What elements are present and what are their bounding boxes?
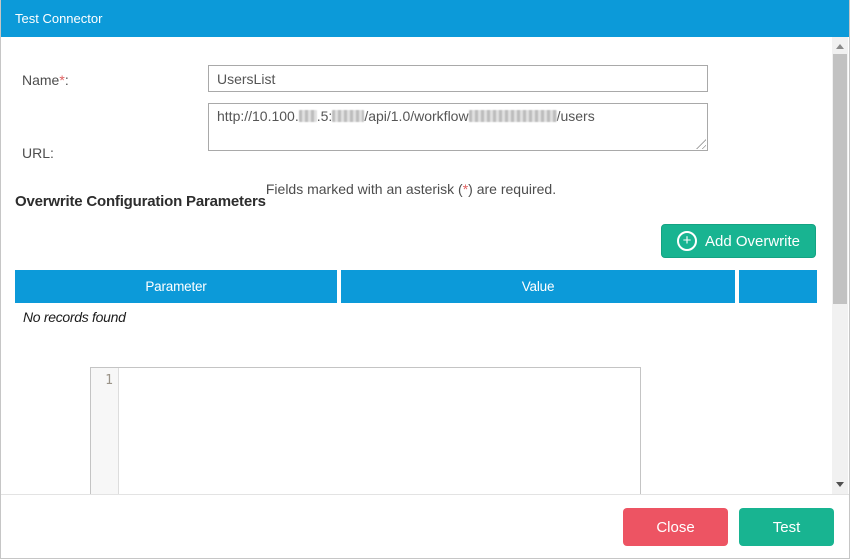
name-label: Name*: [22, 72, 69, 88]
redacted-text [332, 110, 364, 122]
code-editor[interactable]: 1 [90, 367, 641, 495]
url-text-part: .5: [317, 108, 333, 124]
name-label-text: Name [22, 72, 59, 88]
url-label: URL: [22, 145, 54, 161]
editor-content[interactable] [119, 368, 640, 495]
test-button[interactable]: Test [739, 508, 834, 546]
dialog-footer: Close Test [1, 494, 849, 558]
triangle-down-icon [836, 482, 844, 487]
dialog-title: Test Connector [15, 11, 102, 26]
scrollbar-thumb[interactable] [833, 54, 847, 304]
empty-table-message: No records found [23, 309, 126, 325]
plus-circle-icon [677, 231, 697, 251]
url-text-part: /users [557, 108, 595, 124]
add-overwrite-label: Add Overwrite [705, 233, 800, 250]
name-input[interactable] [208, 65, 708, 92]
url-text-part: /api/1.0/workflow [364, 108, 468, 124]
redacted-text [469, 110, 557, 122]
column-header-value: Value [341, 270, 735, 303]
redacted-text [299, 110, 317, 122]
column-header-parameter: Parameter [15, 270, 337, 303]
line-number: 1 [105, 373, 113, 388]
test-connector-dialog: Test Connector Name*: URL: http://10.100… [0, 0, 850, 559]
url-input[interactable]: http://10.100. .5: /api/1.0/workflow/users [208, 103, 708, 151]
close-button[interactable]: Close [623, 508, 728, 546]
name-label-colon: : [65, 72, 69, 88]
scroll-down-arrow[interactable] [832, 476, 848, 492]
triangle-up-icon [836, 44, 844, 49]
editor-gutter: 1 [91, 368, 119, 495]
scroll-up-arrow[interactable] [832, 38, 848, 54]
note-text: Fields marked with an asterisk ( [266, 181, 463, 197]
vertical-scrollbar[interactable] [832, 37, 848, 495]
dialog-body: Name*: URL: http://10.100. .5: /api/1.0/wo… [1, 37, 849, 495]
textarea-resize-handle[interactable] [696, 139, 706, 149]
overwrite-table-header: Parameter Value [15, 270, 817, 303]
column-header-actions [739, 270, 817, 303]
overwrite-section-heading: Overwrite Configuration Parameters [15, 193, 266, 210]
add-overwrite-button[interactable]: Add Overwrite [661, 224, 816, 258]
url-text-part: http://10.100. [217, 108, 299, 124]
dialog-titlebar: Test Connector [1, 0, 849, 37]
note-text: ) are required. [468, 181, 556, 197]
